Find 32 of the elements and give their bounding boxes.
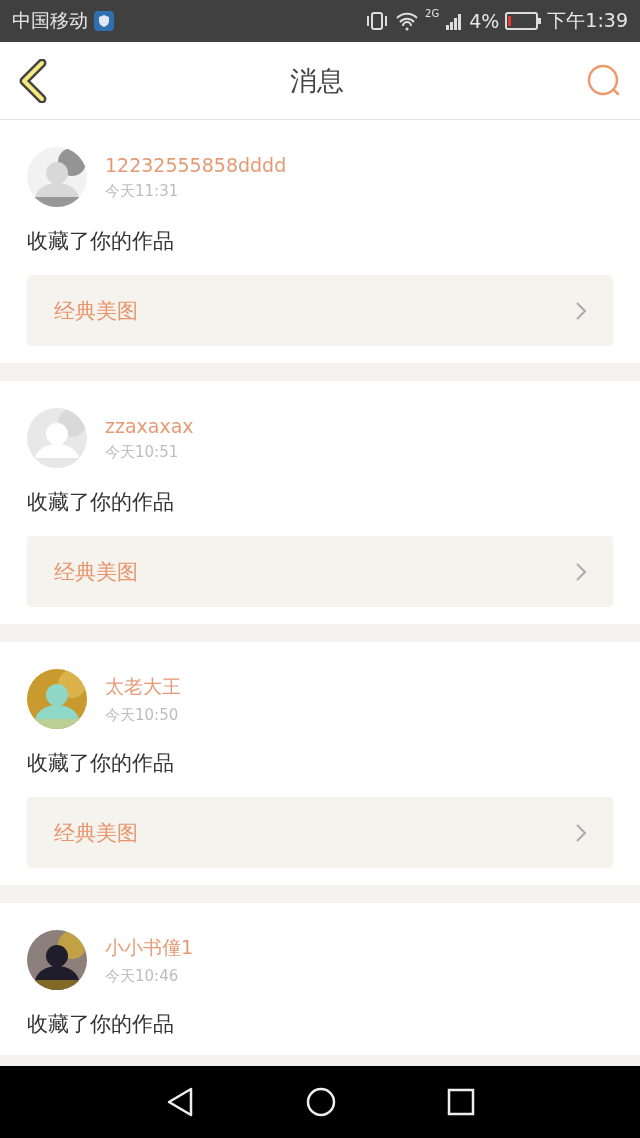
back-icon[interactable]: [18, 58, 48, 103]
message-time: 今天10:46: [105, 966, 180, 986]
user-name: zzaxaxax: [105, 414, 194, 437]
vibrate-icon: [365, 11, 390, 31]
message-time: 今天10:51: [105, 442, 180, 462]
message-time: 今天10:50: [105, 705, 180, 725]
work-link[interactable]: 经典美图: [27, 797, 613, 868]
wifi-icon: [395, 11, 420, 31]
chevron-right-icon: [575, 822, 587, 843]
back-icon[interactable]: [165, 1086, 195, 1118]
action-text: 收藏了你的作品: [27, 1011, 175, 1038]
work-link[interactable]: 经典美图: [27, 275, 613, 346]
shield-icon: [94, 11, 114, 31]
user-name: 小小书僮1: [105, 934, 194, 960]
user-name: 太老大王: [105, 673, 181, 699]
action-text: 收藏了你的作品: [27, 750, 175, 777]
user-name: 12232555858dddd: [105, 153, 287, 176]
action-text: 收藏了你的作品: [27, 228, 175, 255]
action-text: 收藏了你的作品: [27, 489, 175, 516]
chevron-right-icon: [575, 300, 587, 321]
network-type: 2G: [425, 8, 440, 19]
chevron-right-icon: [575, 561, 587, 582]
page-title: 消息: [290, 63, 344, 98]
message-time: 今天11:31: [105, 181, 180, 201]
work-link[interactable]: 经典美图: [27, 536, 613, 607]
clock-time: 下午1:39: [547, 8, 628, 33]
battery-icon: [505, 12, 542, 30]
signal-icon: [445, 11, 464, 31]
battery-percent: 4%: [469, 10, 500, 32]
recent-apps-icon[interactable]: [447, 1088, 475, 1116]
carrier-name: 中国移动: [12, 8, 88, 33]
home-icon[interactable]: [305, 1086, 337, 1118]
